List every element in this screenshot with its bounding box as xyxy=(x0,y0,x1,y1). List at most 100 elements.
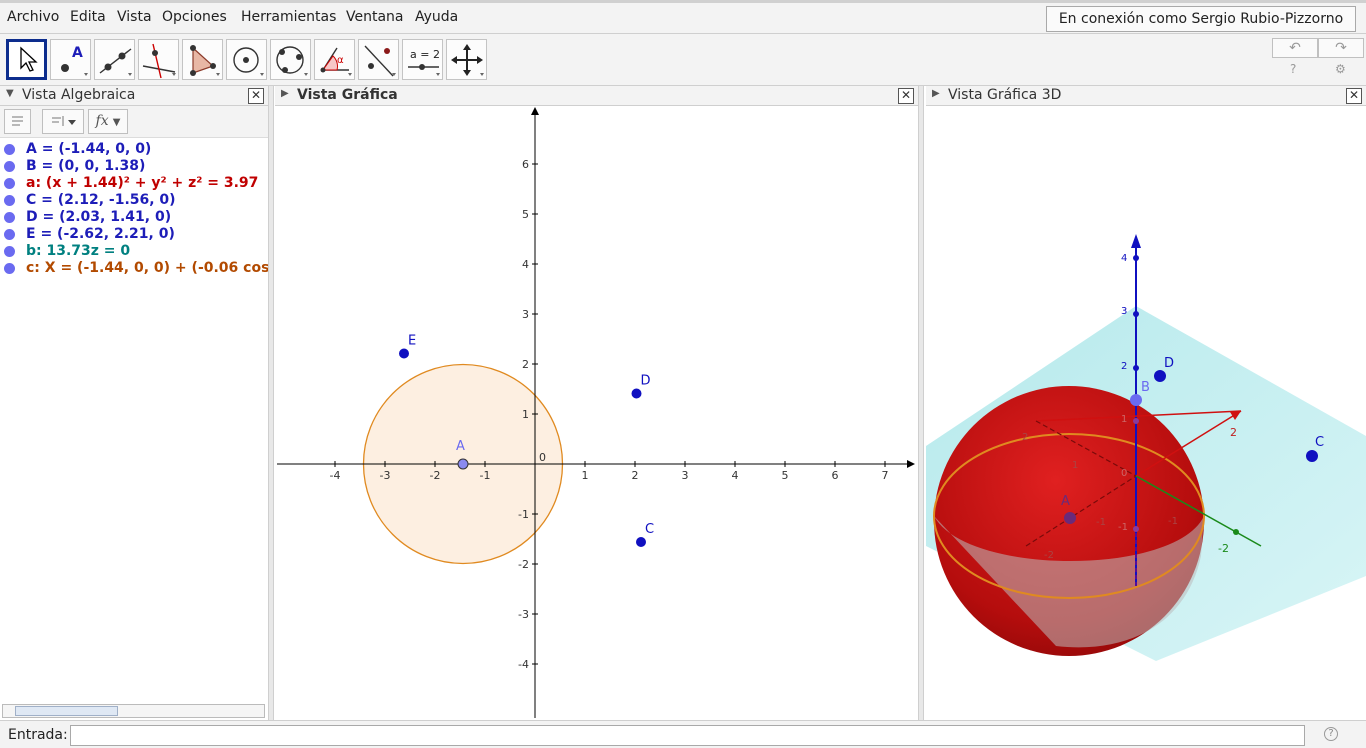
point-a[interactable] xyxy=(457,458,469,470)
point-c[interactable] xyxy=(636,537,646,547)
point-d-3d[interactable] xyxy=(1154,370,1166,382)
menu-ayuda[interactable]: Ayuda xyxy=(415,9,458,25)
circle-center-tool-button[interactable] xyxy=(226,39,267,80)
graphics-view[interactable]: -4 -3 -2 -1 0 1 2 3 4 5 6 7 6 5 4 3 2 1 -1 -2 -3 -4 A C D E xyxy=(275,106,918,720)
visibility-toggle-icon[interactable] xyxy=(4,229,15,240)
algebra-row[interactable]: B = (0, 0, 1.38) xyxy=(0,158,268,175)
graphics-canvas[interactable]: -4 -3 -2 -1 0 1 2 3 4 5 6 7 6 5 4 3 2 1 -1 -2 -3 -4 A C D E xyxy=(275,106,918,720)
graphics3d-view[interactable]: 4 3 2 1 0 -1 2 1 -1 2 -2 -1 -2 D B C A xyxy=(926,106,1366,720)
reflect-line-icon xyxy=(364,45,396,77)
algebra-row[interactable]: c: X = (-1.44, 0, 0) + (-0.06 cos xyxy=(0,260,268,277)
menu-archivo[interactable]: Archivo xyxy=(7,9,59,25)
point-label: D xyxy=(641,374,651,389)
menu-edita[interactable]: Edita xyxy=(70,9,106,25)
visibility-toggle-icon[interactable] xyxy=(4,161,15,172)
point-b-3d[interactable] xyxy=(1130,394,1142,406)
algebra-row-text: A = (-1.44, 0, 0) xyxy=(26,141,152,157)
visibility-toggle-icon[interactable] xyxy=(4,195,15,206)
visibility-toggle-icon[interactable] xyxy=(4,246,15,257)
close-algebra-view-icon[interactable]: ✕ xyxy=(248,88,264,104)
algebra-row-text: c: X = (-1.44, 0, 0) + (-0.06 cos xyxy=(26,260,268,276)
z-tick-label: -1 xyxy=(1118,522,1128,533)
scrollbar-thumb[interactable] xyxy=(15,706,118,716)
move-tool-button[interactable] xyxy=(6,39,47,80)
expand-triangle-icon[interactable]: ▶ xyxy=(932,88,940,99)
y-tick-label: -2 xyxy=(1044,550,1054,561)
point-c-3d[interactable] xyxy=(1306,450,1318,462)
collapse-triangle-icon[interactable]: ▼ xyxy=(6,88,14,99)
sort-by-button[interactable] xyxy=(42,109,84,134)
polygon-tool-button[interactable] xyxy=(182,39,223,80)
point-e[interactable] xyxy=(399,348,409,359)
angle-tool-label: α xyxy=(337,55,344,66)
algebra-view-title: Vista Algebraica xyxy=(22,87,136,103)
x-tick-label: 4 xyxy=(732,469,739,482)
panel-divider[interactable] xyxy=(268,86,274,720)
line-icon xyxy=(99,48,132,76)
input-field[interactable] xyxy=(70,725,1305,746)
move-view-arrows-icon xyxy=(451,44,484,76)
angle-tool-button[interactable]: α xyxy=(314,39,355,80)
algebra-view: fx ▼ A = (-1.44, 0, 0) B = (0, 0, 1.38) … xyxy=(0,106,268,720)
x-axis-arrow-icon xyxy=(907,460,915,468)
description-mode-button[interactable]: fx ▼ xyxy=(88,109,128,134)
point-icon: A xyxy=(61,45,88,76)
slider-tool-label: a = 2 xyxy=(410,48,440,61)
gear-icon[interactable]: ⚙ xyxy=(1335,62,1346,76)
algebra-row[interactable]: a: (x + 1.44)² + y² + z² = 3.97 xyxy=(0,175,268,192)
auxiliary-objects-button[interactable] xyxy=(4,109,31,134)
algebra-row-text: E = (-2.62, 2.21, 0) xyxy=(26,226,175,242)
point-label: C xyxy=(1315,435,1324,450)
undo-button[interactable]: ↶ xyxy=(1272,38,1318,58)
close-graphics3d-view-icon[interactable]: ✕ xyxy=(1346,88,1362,104)
close-graphics-view-icon[interactable]: ✕ xyxy=(898,88,914,104)
circle-center-icon xyxy=(233,47,264,76)
algebra-row-text: b: 13.73z = 0 xyxy=(26,243,131,259)
slider-tool-button[interactable]: a = 2 xyxy=(402,39,443,80)
y-tick-label: 5 xyxy=(522,208,529,221)
y-tick-label: 2 xyxy=(522,358,529,371)
point-tool-button[interactable]: A xyxy=(50,39,91,80)
algebra-row[interactable]: b: 13.73z = 0 xyxy=(0,243,268,260)
redo-button[interactable]: ↷ xyxy=(1318,38,1364,58)
chevron-down-icon: ▼ xyxy=(112,117,121,128)
point-a-3d[interactable] xyxy=(1064,512,1076,524)
y-tick-label: -1 xyxy=(1096,517,1106,528)
y-tick-label: -1 xyxy=(1168,516,1178,527)
login-status-button[interactable]: En conexión como Sergio Rubio-Pizzorno xyxy=(1046,6,1356,32)
x-tick-label: 1 xyxy=(1072,460,1078,471)
visibility-toggle-icon[interactable] xyxy=(4,144,15,155)
x-tick-label: 2 xyxy=(1230,426,1237,439)
point-d[interactable] xyxy=(631,388,642,399)
z-tick-label: 0 xyxy=(1121,468,1127,479)
y-tick-label: 1 xyxy=(522,408,529,421)
reflect-tool-button[interactable] xyxy=(358,39,399,80)
circle-three-points-tool-button[interactable] xyxy=(270,39,311,80)
algebra-row[interactable]: D = (2.03, 1.41, 0) xyxy=(0,209,268,226)
help-icon[interactable]: ? xyxy=(1290,62,1296,76)
menu-ventana[interactable]: Ventana xyxy=(346,9,404,25)
algebra-row[interactable]: A = (-1.44, 0, 0) xyxy=(0,141,268,158)
graphics3d-canvas[interactable]: 4 3 2 1 0 -1 2 1 -1 2 -2 -1 -2 D B C A xyxy=(926,106,1366,720)
input-bar: Entrada: ? xyxy=(0,720,1366,748)
menu-vista[interactable]: Vista xyxy=(117,9,152,25)
menu-opciones[interactable]: Opciones xyxy=(162,9,227,25)
expand-triangle-icon[interactable]: ▶ xyxy=(281,88,289,99)
menu-bar: Archivo Edita Vista Opciones Herramienta… xyxy=(0,0,1366,34)
panel-divider[interactable] xyxy=(918,86,924,720)
line-tool-button[interactable] xyxy=(94,39,135,80)
algebra-horizontal-scrollbar[interactable] xyxy=(2,704,265,718)
visibility-toggle-icon[interactable] xyxy=(4,212,15,223)
visibility-toggle-icon[interactable] xyxy=(4,263,15,274)
perpendicular-tool-button[interactable] xyxy=(138,39,179,80)
y-tick-label: -2 xyxy=(518,558,529,571)
input-help-icon[interactable]: ? xyxy=(1324,727,1338,741)
algebra-row[interactable]: E = (-2.62, 2.21, 0) xyxy=(0,226,268,243)
y-tick-label: -3 xyxy=(518,608,529,621)
visibility-toggle-icon[interactable] xyxy=(4,178,15,189)
menu-herramientas[interactable]: Herramientas xyxy=(241,9,336,25)
algebra-row[interactable]: C = (2.12, -1.56, 0) xyxy=(0,192,268,209)
y-tick-label: -4 xyxy=(518,658,529,671)
y-tick-label: 4 xyxy=(522,258,529,271)
move-view-tool-button[interactable] xyxy=(446,39,487,80)
